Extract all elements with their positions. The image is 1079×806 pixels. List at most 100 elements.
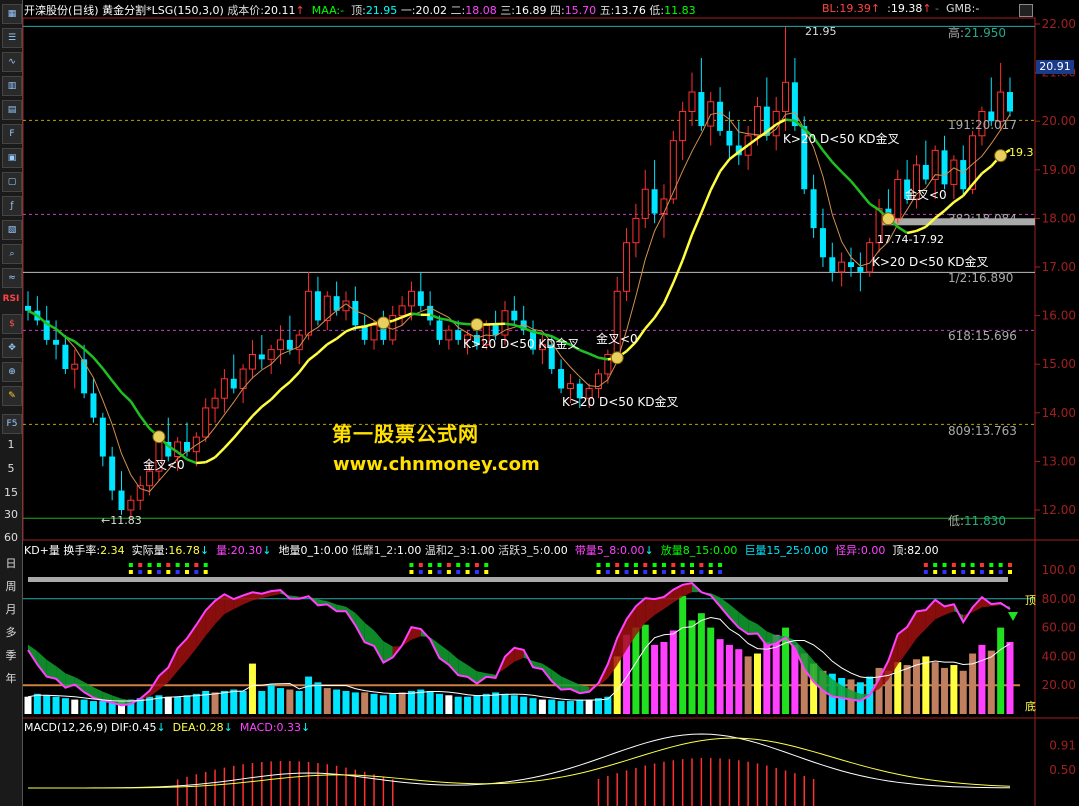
peak-label: 21.95 bbox=[805, 25, 837, 38]
signal-dot bbox=[446, 563, 451, 567]
candle-body bbox=[99, 417, 106, 457]
signal-dot bbox=[998, 563, 1003, 567]
candle-body bbox=[127, 499, 135, 511]
signal-dot bbox=[184, 570, 189, 574]
volume-bar bbox=[576, 699, 584, 714]
candle-body bbox=[558, 369, 565, 389]
ma-long-segment bbox=[840, 170, 852, 183]
volume-bar bbox=[959, 670, 967, 714]
signal-dot bbox=[437, 570, 442, 574]
kd-annotation-1: K>20 D<50 KD金叉 bbox=[783, 132, 900, 146]
candle-body bbox=[623, 242, 631, 292]
volume-bar bbox=[941, 667, 949, 714]
top-label: 顶: bbox=[351, 4, 366, 17]
candle-body bbox=[81, 359, 88, 394]
volume-bar bbox=[753, 653, 761, 714]
macd-header: MACD(12,26,9) DIF:0.45↓ DEA:0.28↓ MACD:0… bbox=[24, 721, 311, 734]
signal-dot bbox=[633, 563, 638, 567]
price-tick-label: 12.00 bbox=[1042, 503, 1076, 517]
volume-bar bbox=[398, 692, 406, 714]
ma-long-segment bbox=[317, 343, 329, 354]
volume-bar bbox=[716, 639, 724, 714]
signal-dot bbox=[699, 570, 704, 574]
volume-bar bbox=[43, 695, 51, 714]
signal-dot bbox=[474, 570, 479, 574]
volume-bar bbox=[520, 696, 528, 714]
ma-long-segment bbox=[579, 348, 590, 355]
signal-dot bbox=[147, 563, 152, 567]
ma-long-segment bbox=[953, 194, 964, 204]
signal-dot bbox=[418, 563, 423, 567]
ma-long-segment bbox=[205, 456, 216, 464]
volume-bar bbox=[52, 696, 60, 714]
candle-body bbox=[941, 150, 948, 185]
volume-bar bbox=[585, 699, 593, 714]
top-value: 21.95 bbox=[365, 4, 398, 17]
candle-body bbox=[146, 470, 154, 487]
signal-dot bbox=[194, 570, 199, 574]
signal-dot bbox=[643, 570, 648, 574]
signal-dot bbox=[961, 563, 966, 567]
two-label: 二: bbox=[450, 4, 466, 17]
signal-dot bbox=[979, 570, 984, 574]
signal-dot bbox=[933, 570, 938, 574]
ma-long-segment bbox=[850, 180, 862, 194]
signal-dot bbox=[456, 563, 461, 567]
gold-cross-marker bbox=[470, 318, 484, 332]
actual-volume-value: 16.78 bbox=[168, 544, 200, 557]
ma-long-segment bbox=[223, 437, 235, 449]
signal-dot bbox=[652, 570, 657, 574]
signal-dot bbox=[661, 570, 666, 574]
kd-top-bar bbox=[28, 577, 1008, 582]
candle-body bbox=[248, 353, 256, 370]
candle-body bbox=[62, 344, 69, 370]
fib-382-label: 382:18.084 bbox=[948, 212, 1017, 226]
volume-bar bbox=[912, 659, 920, 714]
indicator-name: 黄金分割*LSG(150,3,0) bbox=[102, 4, 224, 17]
ma-end-label: 19.3 bbox=[1009, 146, 1034, 159]
candle-body bbox=[370, 324, 378, 341]
ma-long-segment bbox=[335, 330, 347, 340]
signal-dot bbox=[671, 563, 676, 567]
ma-long-segment bbox=[859, 191, 871, 205]
volume-bar bbox=[258, 690, 266, 714]
ma-long-segment bbox=[700, 189, 712, 214]
volume-bar bbox=[501, 693, 509, 714]
ma-long-segment bbox=[869, 202, 880, 211]
stock-name: 开滦股份(日线) bbox=[24, 4, 99, 17]
signal-dot bbox=[446, 570, 451, 574]
candle-body bbox=[819, 228, 826, 258]
signal-dot bbox=[428, 563, 433, 567]
signal-dot bbox=[474, 563, 479, 567]
bl-label: BL: bbox=[822, 2, 840, 15]
volume-bar bbox=[538, 699, 546, 714]
candle-body bbox=[717, 101, 724, 131]
current-price-tag: 20.91 bbox=[1036, 60, 1074, 74]
price-header: 开滦股份(日线) 黄金分割*LSG(150,3,0) 成本价:20.11↑ MA… bbox=[24, 4, 696, 17]
ma-long-segment bbox=[588, 352, 599, 359]
gold-cross-marker bbox=[152, 430, 166, 444]
volume-bar bbox=[323, 688, 331, 714]
candle-body bbox=[352, 301, 359, 326]
volume-bar bbox=[220, 690, 228, 714]
signal-dot bbox=[652, 563, 657, 567]
kd-ribbon-segment bbox=[748, 619, 758, 635]
ma-long-segment bbox=[653, 302, 666, 319]
ma-long-segment bbox=[83, 348, 95, 359]
ma-long-segment bbox=[719, 158, 731, 173]
ma-short-line bbox=[27, 111, 1011, 493]
candle-body bbox=[857, 267, 864, 272]
signal-dot bbox=[175, 570, 180, 574]
volume-bar bbox=[248, 663, 256, 714]
signal-dot bbox=[979, 563, 984, 567]
range-label: 17.74-17.92 bbox=[877, 233, 944, 246]
macd-title: MACD(12,26,9) bbox=[24, 721, 108, 734]
five-label: 五: bbox=[599, 4, 615, 17]
signal-dot bbox=[690, 570, 695, 574]
ma-long-segment bbox=[270, 388, 282, 401]
volume-bar bbox=[978, 644, 986, 714]
restore-icon[interactable] bbox=[1019, 4, 1033, 17]
volume-bar bbox=[931, 662, 939, 714]
chart-canvas: 22.0021.0020.0019.0018.0017.0016.0015.00… bbox=[22, 17, 1079, 806]
signal-dot bbox=[1008, 563, 1012, 567]
